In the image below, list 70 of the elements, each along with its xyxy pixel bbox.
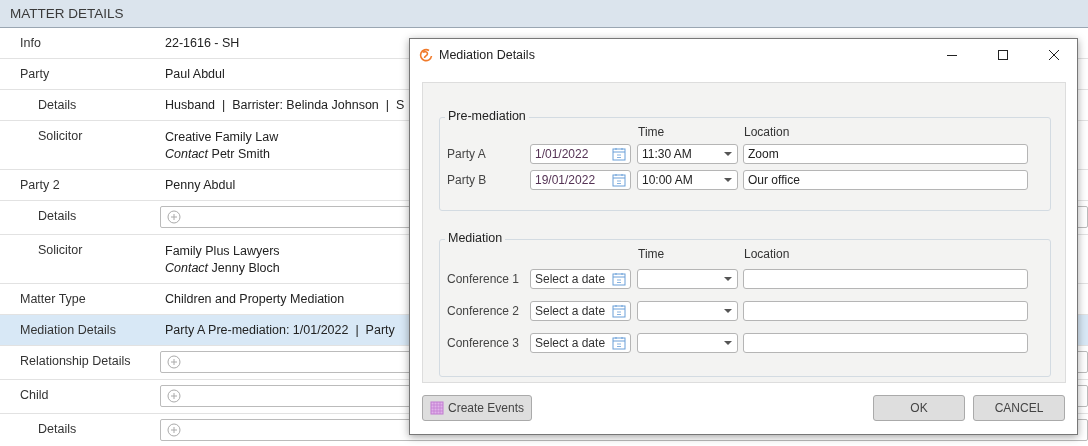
date-field[interactable]: Select a date [530,333,631,353]
row-value: Party A Pre-mediation: 1/01/2022 | Party [165,323,395,337]
location-field[interactable] [743,269,1028,289]
group-title: Mediation [445,231,506,245]
row-value: 22-1616 - SH [165,36,240,50]
field-label: Conference 2 [447,304,521,318]
row-label: Matter Type [19,291,87,308]
row-value: Family Plus Lawyers [165,243,280,260]
column-header: Location [743,125,791,139]
column-header: Location [743,247,791,261]
row-value: Penny Abdul [165,178,236,192]
time-dropdown[interactable]: 10:00 AM [637,170,738,190]
row-value: Paul Abdul [165,67,225,81]
field-label: Party B [447,173,488,187]
column-header: Time [637,247,666,261]
row-label: Party [19,66,51,83]
maximize-icon [997,49,1009,61]
section-header: MATTER DETAILS [0,0,1088,28]
column-header: Time [637,125,666,139]
time-dropdown[interactable] [637,333,738,353]
cancel-button[interactable]: CANCEL [973,395,1065,421]
group-title: Pre-mediation [445,109,529,123]
date-field[interactable]: Select a date [530,301,631,321]
location-field[interactable]: Zoom [743,144,1028,164]
create-events-button[interactable]: Create Events [422,395,532,421]
field-label: Conference 3 [447,336,521,350]
location-field[interactable] [743,333,1028,353]
row-label: Child [19,387,50,404]
location-field[interactable]: Our office [743,170,1028,190]
ok-button[interactable]: OK [873,395,965,421]
caret-icon [723,177,733,183]
row-label: Mediation Details [19,322,117,339]
date-field[interactable]: Select a date [530,269,631,289]
row-label: Details [37,421,78,438]
app-logo-icon [418,47,434,63]
calendar-icon [612,304,626,318]
add-icon [167,389,181,403]
row-value: Creative Family Law [165,129,279,146]
row-value: Contact Petr Smith [165,146,270,163]
add-icon [167,210,181,224]
caret-icon [723,276,733,282]
add-icon [167,423,181,437]
row-label: Party 2 [19,177,61,194]
caret-icon [723,340,733,346]
field-label: Party A [447,147,487,161]
field-label: Conference 1 [447,272,521,286]
row-value: Children and Property Mediation [165,292,345,306]
location-field[interactable] [743,301,1028,321]
time-dropdown[interactable] [637,269,738,289]
time-dropdown[interactable] [637,301,738,321]
add-icon [167,355,181,369]
calendar-icon [612,147,626,161]
calendar-icon [429,401,444,415]
row-label: Info [19,35,42,52]
row-label: Solicitor [37,242,84,259]
date-field[interactable]: 19/01/2022 [530,170,631,190]
calendar-icon [612,173,626,187]
calendar-icon [612,336,626,350]
row-value: Contact Jenny Bloch [165,260,280,277]
dialog-title: Mediation Details [439,48,535,62]
date-field[interactable]: 1/01/2022 [530,144,631,164]
caret-icon [723,151,733,157]
close-icon [1048,49,1060,61]
row-label: Solicitor [37,128,84,145]
row-label: Details [37,97,78,114]
row-label: Relationship Details [19,353,132,370]
row-label: Details [37,208,78,225]
calendar-icon [612,272,626,286]
row-value: Husband | Barrister: Belinda Johnson | S [165,98,405,112]
time-dropdown[interactable]: 11:30 AM [637,144,738,164]
